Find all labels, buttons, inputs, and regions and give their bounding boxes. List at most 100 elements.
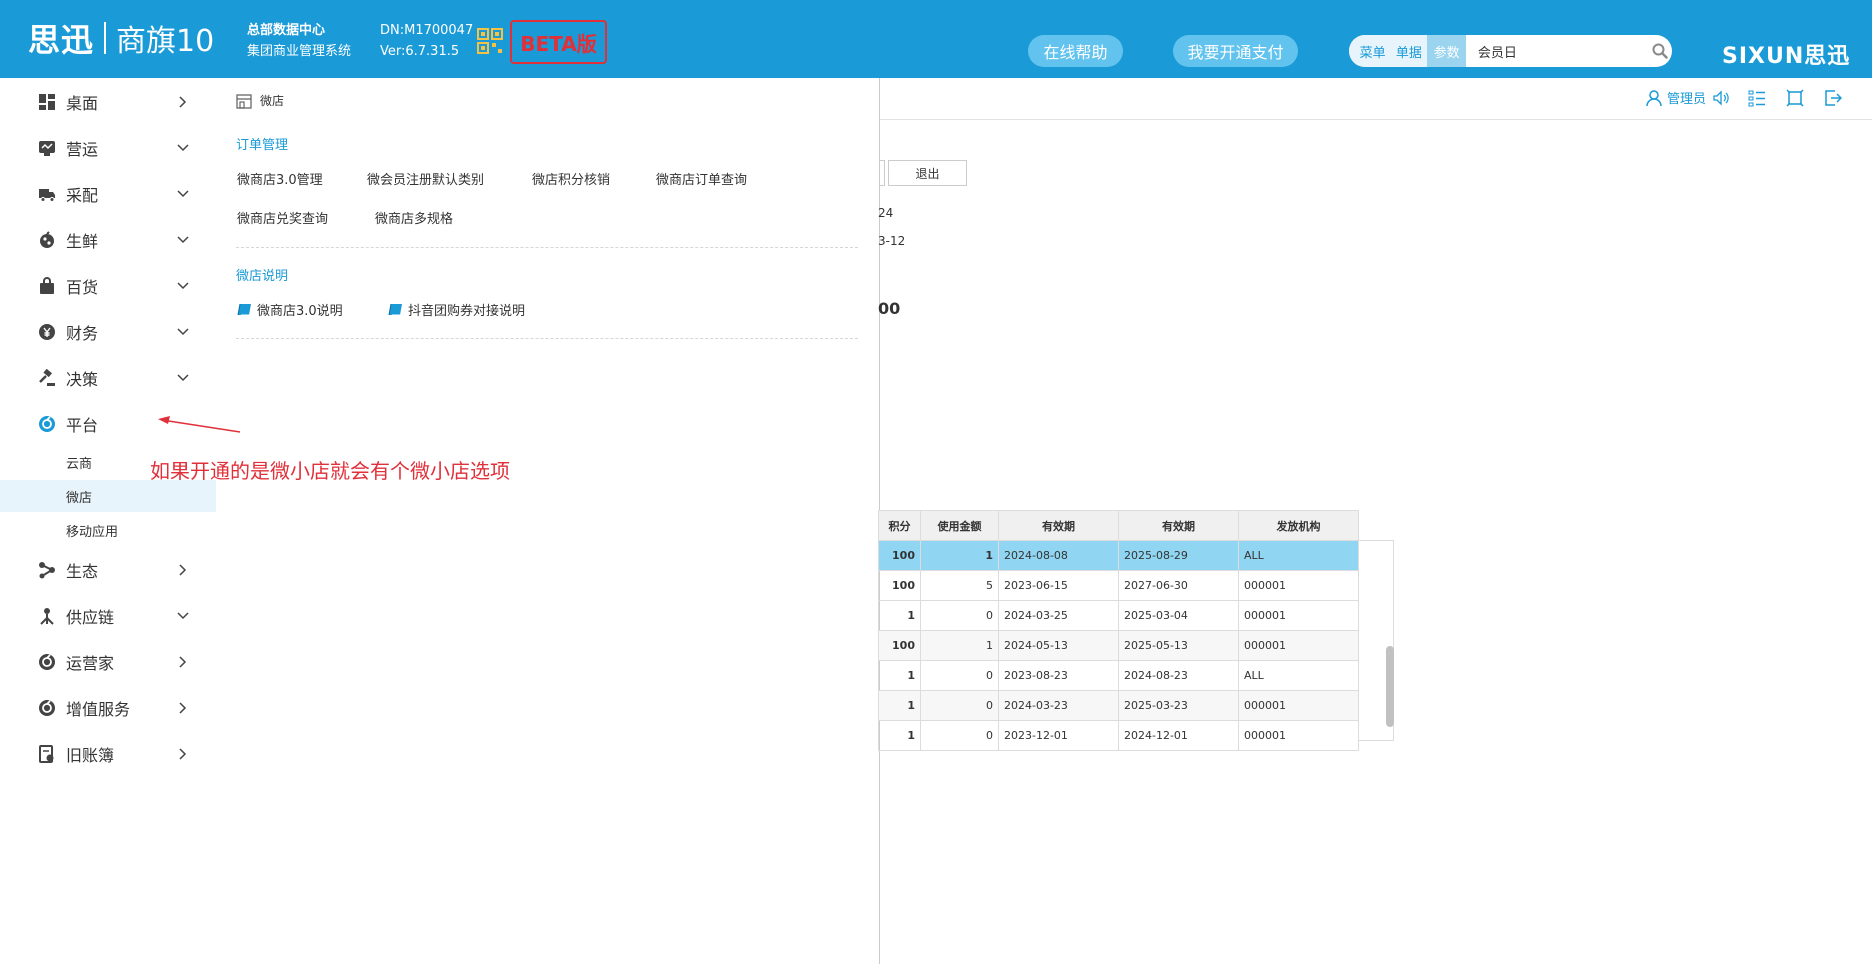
menu-link-prize-query[interactable]: 微商店兑奖查询 bbox=[237, 208, 328, 227]
table-cell: 2025-05-13 bbox=[1118, 630, 1239, 661]
table-cell: 1 bbox=[920, 540, 999, 571]
exit-button[interactable]: 退出 bbox=[888, 160, 967, 186]
sidebar-item-value-added-services[interactable]: 增值服务 bbox=[0, 690, 216, 726]
table-cell: 2023-12-01 bbox=[998, 720, 1119, 751]
table-cell: 0 bbox=[920, 690, 999, 721]
section-divider bbox=[236, 247, 858, 248]
search-tab-documents[interactable]: 单据 bbox=[1390, 35, 1428, 67]
sidebar-item-desktop[interactable]: 桌面 bbox=[0, 84, 216, 120]
table-row[interactable]: 1 0 2024-03-25 2025-03-04 000001 bbox=[878, 600, 1359, 631]
sixun-logo: SIXUN思迅 bbox=[1722, 44, 1851, 69]
table-row[interactable]: 1 0 2024-03-23 2025-03-23 000001 bbox=[878, 690, 1359, 721]
version-number: Ver:6.7.31.5 bbox=[380, 44, 460, 59]
sidebar-subitem-label: 云商 bbox=[66, 456, 93, 472]
open-payment-button[interactable]: 我要开通支付 bbox=[1173, 35, 1298, 67]
table-cell: 2024-05-13 bbox=[998, 630, 1119, 661]
section-divider bbox=[236, 338, 858, 339]
table-cell: 2025-03-23 bbox=[1118, 690, 1239, 721]
org-info: 总部数据中心 集团商业管理系统 bbox=[247, 20, 351, 62]
micro-shop-menu-panel: 微店 订单管理 微商店3.0管理 微会员注册默认类别 微店积分核销 微商店订单查… bbox=[216, 78, 880, 964]
dn-number: DN:M1700047 bbox=[380, 23, 474, 38]
search-tab-params[interactable]: 参数 bbox=[1427, 35, 1466, 67]
sidebar-item-old-ledger[interactable]: 旧账簿 bbox=[0, 736, 216, 772]
panel-title: 微店 bbox=[236, 92, 284, 109]
online-help-button[interactable]: 在线帮助 bbox=[1028, 35, 1123, 67]
annotation-arrow bbox=[158, 416, 241, 433]
sidebar-item-department-store[interactable]: 百货 bbox=[0, 268, 216, 304]
column-header-valid-from[interactable]: 有效期 bbox=[998, 510, 1119, 541]
table-cell: 100 bbox=[878, 630, 921, 661]
search-tab-menu[interactable]: 菜单 bbox=[1349, 35, 1391, 67]
sidebar-item-decision[interactable]: 决策 bbox=[0, 360, 216, 396]
search-input[interactable] bbox=[1465, 35, 1648, 67]
sidebar-item-operator[interactable]: 运营家 bbox=[0, 644, 216, 680]
column-header-points[interactable]: 积分 bbox=[878, 510, 921, 541]
table-cell: 1 bbox=[878, 690, 921, 721]
yen-icon bbox=[39, 324, 55, 340]
logout-icon[interactable] bbox=[1824, 89, 1843, 107]
menu-link-member-default-category[interactable]: 微会员注册默认类别 bbox=[367, 169, 484, 188]
sidebar-item-label: 决策 bbox=[66, 370, 99, 389]
doc-link-micro-shop-3-guide[interactable]: 微商店3.0说明 bbox=[237, 300, 343, 319]
sidebar-item-label: 桌面 bbox=[66, 94, 99, 113]
platform-icon bbox=[39, 416, 55, 432]
column-header-amount[interactable]: 使用金额 bbox=[920, 510, 999, 541]
table-cell: 2025-08-29 bbox=[1118, 540, 1239, 571]
logo-product: 商旗10 bbox=[116, 24, 215, 59]
app-logo: 思迅 商旗10 bbox=[28, 18, 215, 59]
supply-icon bbox=[40, 608, 54, 625]
qr-code-icon[interactable] bbox=[477, 28, 503, 54]
sidebar-item-purchase[interactable]: 采配 bbox=[0, 176, 216, 212]
sidebar-item-label: 财务 bbox=[66, 324, 99, 343]
chevron-down-icon bbox=[177, 612, 189, 620]
table-cell: 1 bbox=[878, 720, 921, 751]
sidebar-item-ecology[interactable]: 生态 bbox=[0, 552, 216, 588]
table-cell: 000001 bbox=[1238, 720, 1359, 751]
sidebar-subitem-label: 微店 bbox=[66, 490, 93, 506]
doc-link-label: 微商店3.0说明 bbox=[257, 304, 343, 319]
chevron-right-icon bbox=[179, 702, 187, 714]
operator-icon bbox=[39, 654, 55, 670]
doc-link-douyin-coupon-guide[interactable]: 抖音团购券对接说明 bbox=[388, 300, 525, 319]
org-name: 总部数据中心 bbox=[247, 23, 326, 38]
table-cell: 0 bbox=[920, 660, 999, 691]
menu-link-points-writeoff[interactable]: 微店积分核销 bbox=[532, 169, 610, 188]
top-header: 思迅 商旗10 总部数据中心 集团商业管理系统 DN:M1700047 Ver:… bbox=[0, 0, 1872, 78]
sidebar-item-finance[interactable]: 财务 bbox=[0, 314, 216, 350]
table-cell: 100 bbox=[878, 570, 921, 601]
menu-link-micro-shop-3-management[interactable]: 微商店3.0管理 bbox=[237, 169, 323, 188]
column-header-valid-to[interactable]: 有效期 bbox=[1118, 510, 1239, 541]
coupon-table: 积分 使用金额 有效期 有效期 发放机构 100 1 2024-08-08 20… bbox=[878, 510, 1359, 751]
chevron-right-icon bbox=[179, 96, 187, 108]
user-icon[interactable] bbox=[1645, 89, 1663, 107]
sidebar-subitem-mobile-apps[interactable]: 移动应用 bbox=[0, 514, 216, 546]
sidebar-item-operation[interactable]: 营运 bbox=[0, 130, 216, 166]
sidebar-item-label: 供应链 bbox=[66, 608, 115, 627]
menu-link-multi-spec[interactable]: 微商店多规格 bbox=[375, 208, 453, 227]
ledger-icon bbox=[39, 745, 54, 763]
section-title-order-management: 订单管理 bbox=[236, 138, 289, 153]
table-row[interactable]: 100 1 2024-08-08 2025-08-29 ALL bbox=[878, 540, 1359, 571]
version-info: DN:M1700047 Ver:6.7.31.5 bbox=[380, 20, 473, 62]
section-title-micro-shop-docs: 微店说明 bbox=[236, 269, 289, 284]
table-cell: 100 bbox=[878, 540, 921, 571]
menu-link-order-query[interactable]: 微商店订单查询 bbox=[656, 169, 747, 188]
table-cell: 0 bbox=[920, 720, 999, 751]
column-header-issuer[interactable]: 发放机构 bbox=[1238, 510, 1359, 541]
sidebar-item-supply-chain[interactable]: 供应链 bbox=[0, 598, 216, 634]
global-search: 菜单 单据 参数 bbox=[1349, 35, 1672, 67]
list-icon[interactable] bbox=[1748, 89, 1766, 107]
search-icon[interactable] bbox=[1648, 35, 1672, 67]
table-row[interactable]: 100 1 2024-05-13 2025-05-13 000001 bbox=[878, 630, 1359, 661]
table-row[interactable]: 1 0 2023-08-23 2024-08-23 ALL bbox=[878, 660, 1359, 691]
current-user[interactable]: 管理员 bbox=[1667, 88, 1706, 107]
table-cell: ALL bbox=[1238, 540, 1359, 571]
speaker-icon[interactable] bbox=[1712, 89, 1730, 107]
table-row[interactable]: 1 0 2023-12-01 2024-12-01 000001 bbox=[878, 720, 1359, 751]
table-cell: 1 bbox=[878, 660, 921, 691]
fullscreen-icon[interactable] bbox=[1786, 88, 1804, 107]
table-row[interactable]: 100 5 2023-06-15 2027-06-30 000001 bbox=[878, 570, 1359, 601]
sidebar-subitem-micro-shop[interactable]: 微店 bbox=[0, 480, 216, 512]
sidebar-item-fresh[interactable]: 生鲜 bbox=[0, 222, 216, 258]
table-scrollbar-thumb[interactable] bbox=[1386, 646, 1394, 727]
